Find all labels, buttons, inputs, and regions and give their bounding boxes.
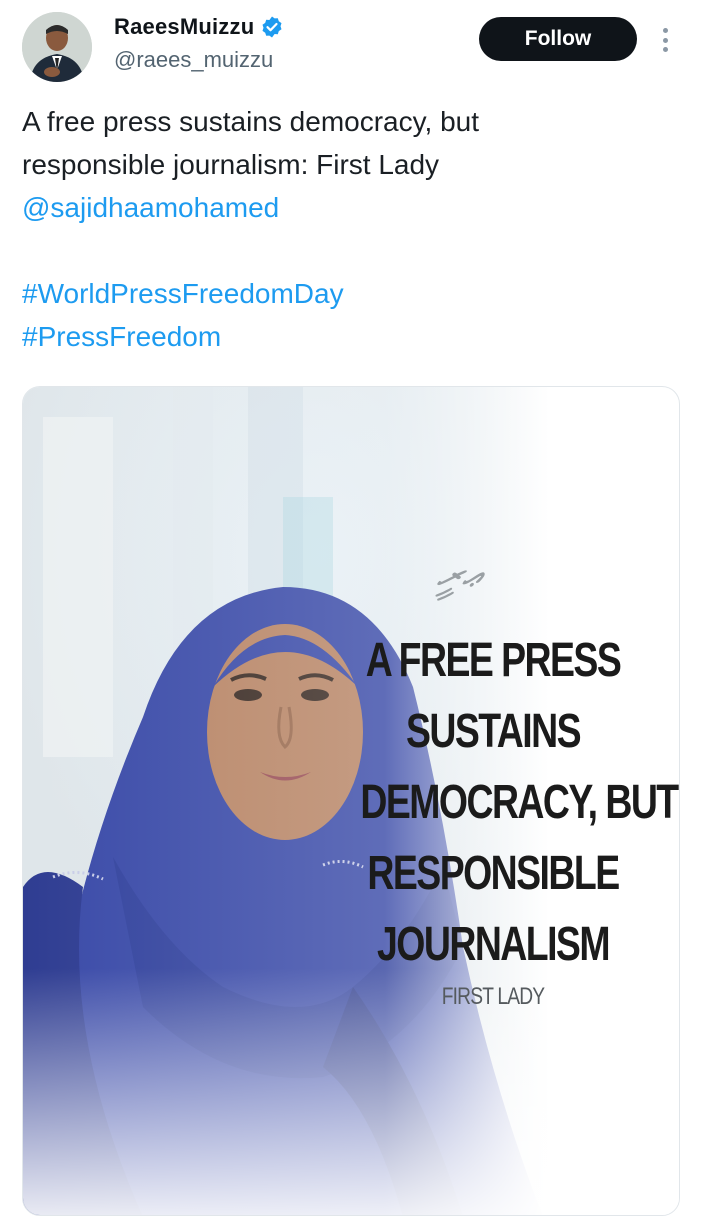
image-headline: A FREE PRESS SUSTAINS DEMOCRACY, BUT RES… bbox=[360, 625, 679, 980]
display-name[interactable]: RaeesMuizzu bbox=[114, 14, 254, 40]
headline-line: JOURNALISM bbox=[377, 918, 610, 971]
tweet-text: A free press sustains democracy, but res… bbox=[22, 100, 672, 358]
tweet-spacer bbox=[22, 229, 672, 272]
more-dot bbox=[662, 47, 668, 52]
avatar[interactable] bbox=[22, 12, 92, 82]
more-dot bbox=[662, 37, 668, 43]
user-handle[interactable]: @raees_muizzu bbox=[114, 47, 273, 73]
hashtag-link[interactable]: #WorldPressFreedomDay bbox=[22, 272, 672, 315]
headline-line: SUSTAINS bbox=[405, 705, 582, 758]
headline-line: DEMOCRACY, BUT bbox=[360, 776, 679, 829]
tweet-line-1: A free press sustains democracy, but bbox=[22, 106, 480, 137]
headline-line: RESPONSIBLE bbox=[367, 847, 620, 900]
more-vertical-icon[interactable] bbox=[654, 22, 676, 58]
headline-line: A FREE PRESS bbox=[365, 634, 622, 687]
image-byline: FIRST LADY bbox=[441, 983, 545, 1010]
more-dot bbox=[662, 28, 668, 33]
verified-badge-icon bbox=[262, 16, 282, 38]
script-mark: ޢރީ bbox=[433, 549, 486, 598]
follow-button[interactable]: Follow bbox=[479, 17, 637, 61]
profile-photo-icon bbox=[22, 12, 92, 82]
mention-link[interactable]: @sajidhaamohamed bbox=[22, 186, 672, 229]
hashtag-link[interactable]: #PressFreedom bbox=[22, 315, 672, 358]
tweet-line-2: responsible journalism: First Lady bbox=[22, 149, 440, 180]
tweet-media-image[interactable]: ޢރީ A FREE PRESS SUSTAINS DEMOCRACY, BUT… bbox=[22, 386, 680, 1216]
